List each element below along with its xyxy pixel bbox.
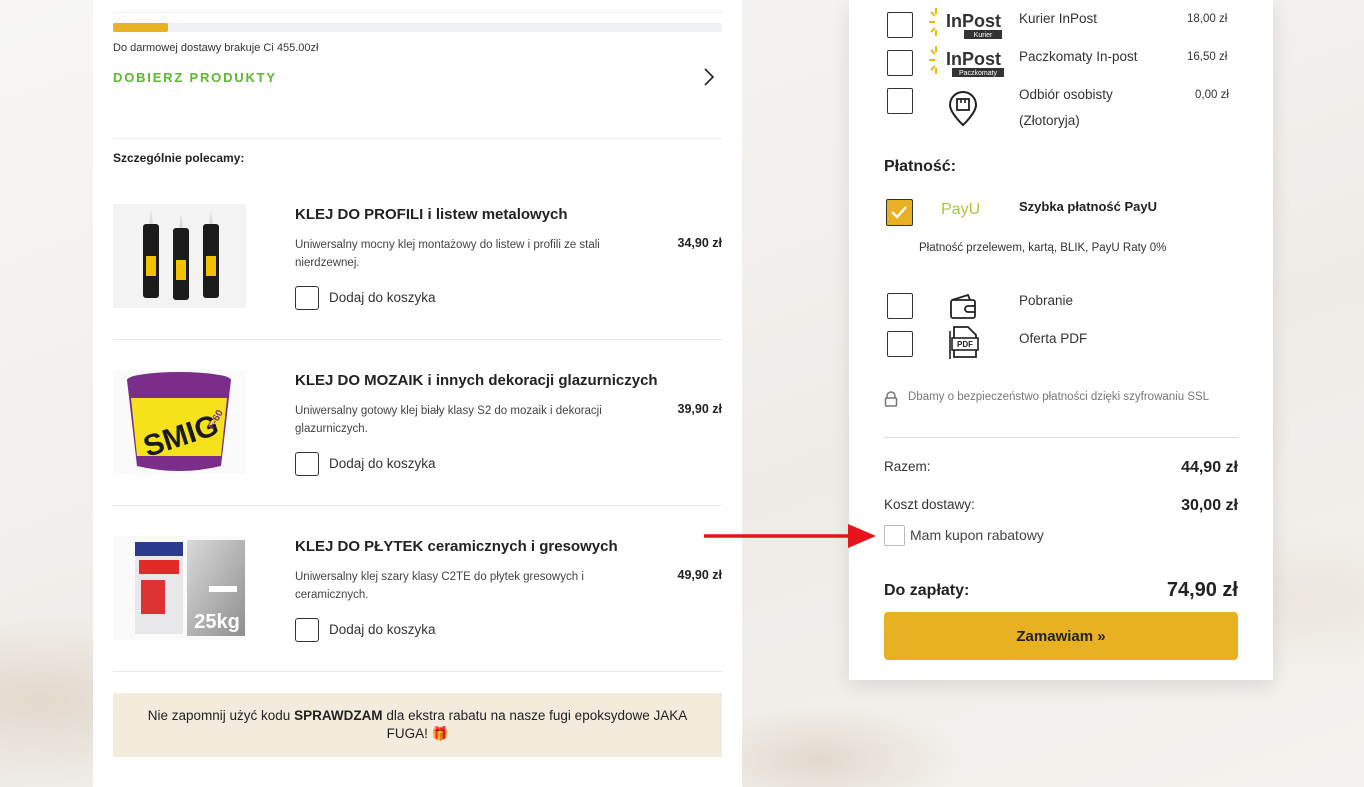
total-value: 74,90 zł bbox=[1166, 579, 1238, 601]
subtotal-value: 44,90 zł bbox=[1181, 459, 1238, 476]
delivery-price-personal-pickup: 0,00 zł bbox=[1195, 89, 1229, 101]
place-order-button[interactable]: Zamawiam » bbox=[884, 612, 1238, 660]
arrow-right-icon bbox=[704, 524, 876, 548]
product-image-sealant-tubes bbox=[113, 204, 246, 308]
delivery-checkbox-inpost-courier[interactable] bbox=[887, 12, 913, 38]
product-description: Uniwersalny gotowy klej biały klasy S2 d… bbox=[295, 405, 602, 435]
divider bbox=[884, 437, 1238, 438]
pickup-pin-icon bbox=[948, 91, 978, 127]
delivery-label-inpost-courier[interactable]: Kurier InPost bbox=[1019, 6, 1097, 32]
promo-code: SPRAWDZAM bbox=[294, 708, 383, 723]
shipping-cost-label: Koszt dostawy: bbox=[884, 497, 975, 512]
divider bbox=[113, 12, 722, 13]
gift-icon: 🎁 bbox=[431, 726, 449, 741]
product-name[interactable]: KLEJ DO MOZAIK i innych dekoracji glazur… bbox=[295, 372, 658, 389]
payment-label-payu[interactable]: Szybka płatność PayU bbox=[1019, 199, 1157, 214]
wallet-icon bbox=[950, 293, 976, 319]
ssl-security-note: Dbamy o bezpieczeństwo płatności dzięki … bbox=[908, 391, 1210, 403]
payment-checkbox-pdf[interactable] bbox=[887, 331, 913, 357]
product-description: Uniwersalny mocny klej montażowy do list… bbox=[295, 239, 600, 269]
product-item: SMIG F-60 KLEJ DO MOZAIK i innych dekora… bbox=[113, 340, 722, 506]
inpost-courier-logo-sub: Kurier bbox=[974, 32, 993, 39]
free-shipping-progress-bar bbox=[113, 23, 722, 32]
promo-text-after: dla ekstra rabatu na nasze fugi epoksydo… bbox=[382, 708, 688, 741]
inpost-lockers-logo-icon: InPost Paczkomaty bbox=[929, 46, 1004, 77]
product-price: 39,90 zł bbox=[677, 402, 722, 416]
product-price: 34,90 zł bbox=[677, 236, 722, 250]
delivery-checkbox-personal-pickup[interactable] bbox=[887, 88, 913, 114]
add-to-cart-checkbox[interactable] bbox=[295, 452, 319, 476]
payment-checkbox-payu[interactable] bbox=[886, 199, 913, 226]
shipping-cost-value: 30,00 zł bbox=[1181, 497, 1238, 514]
lock-icon bbox=[884, 391, 898, 407]
payment-label-pdf[interactable]: Oferta PDF bbox=[1019, 326, 1087, 352]
product-image-bucket: SMIG F-60 bbox=[113, 370, 246, 474]
add-to-cart-checkbox[interactable] bbox=[295, 618, 319, 642]
product-description: Uniwersalny klej szary klasy C2TE do pły… bbox=[295, 571, 584, 601]
checkmark-icon bbox=[891, 206, 907, 219]
divider bbox=[113, 138, 722, 139]
add-to-cart-checkbox[interactable] bbox=[295, 286, 319, 310]
coupon-label[interactable]: Mam kupon rabatowy bbox=[910, 527, 1044, 543]
payment-checkbox-cod[interactable] bbox=[887, 293, 913, 319]
delivery-checkbox-inpost-lockers[interactable] bbox=[887, 50, 913, 76]
payu-logo-icon: PayU bbox=[941, 201, 981, 218]
payment-section-title: Płatność: bbox=[884, 158, 957, 175]
product-image-bag: 25kg bbox=[113, 536, 246, 640]
coupon-checkbox[interactable] bbox=[884, 525, 905, 546]
add-to-cart-label[interactable]: Dodaj do koszyka bbox=[329, 622, 436, 637]
free-shipping-progress-fill bbox=[113, 23, 168, 32]
bag-weight-text: 25kg bbox=[194, 611, 240, 633]
pdf-icon: PDF bbox=[949, 326, 979, 359]
add-to-cart-label[interactable]: Dodaj do koszyka bbox=[329, 290, 436, 305]
promo-text-before: Nie zapomnij użyć kodu bbox=[147, 708, 295, 723]
inpost-courier-logo-text: InPost bbox=[946, 11, 1001, 31]
checkout-right-panel: InPost Kurier Kurier InPost 18,00 zł InP… bbox=[849, 0, 1273, 680]
subtotal-label: Razem: bbox=[884, 459, 931, 474]
payu-description: Płatność przelewem, kartą, BLIK, PayU Ra… bbox=[919, 242, 1167, 254]
recommendations-title: Szczególnie polecamy: bbox=[113, 151, 245, 165]
product-name[interactable]: KLEJ DO PŁYTEK ceramicznych i gresowych bbox=[295, 538, 618, 555]
chevron-right-icon[interactable] bbox=[698, 66, 720, 88]
payment-label-cod[interactable]: Pobranie bbox=[1019, 288, 1073, 314]
inpost-lockers-logo-text: InPost bbox=[946, 49, 1001, 69]
product-name[interactable]: KLEJ DO PROFILI i listew metalowych bbox=[295, 206, 568, 223]
product-item: KLEJ DO PROFILI i listew metalowych Uniw… bbox=[113, 174, 722, 340]
product-item: 25kg KLEJ DO PŁYTEK ceramicznych i greso… bbox=[113, 506, 722, 672]
total-label: Do zapłaty: bbox=[884, 582, 970, 599]
choose-products-link[interactable]: DOBIERZ PRODUKTY bbox=[113, 70, 277, 85]
free-shipping-message: Do darmowej dostawy brakuje Ci 455.00zł bbox=[113, 42, 319, 54]
product-price: 49,90 zł bbox=[677, 568, 722, 582]
delivery-label-personal-pickup[interactable]: Odbiór osobisty (Złotoryja) bbox=[1019, 82, 1169, 134]
cart-left-panel: Do darmowej dostawy brakuje Ci 455.00zł … bbox=[93, 0, 742, 787]
inpost-lockers-logo-sub: Paczkomaty bbox=[959, 70, 998, 77]
inpost-courier-logo-icon: InPost Kurier bbox=[929, 8, 1002, 39]
delivery-price-inpost-courier: 18,00 zł bbox=[1187, 13, 1228, 25]
pdf-icon-text: PDF bbox=[957, 340, 973, 349]
add-to-cart-label[interactable]: Dodaj do koszyka bbox=[329, 456, 436, 471]
promo-banner: Nie zapomnij użyć kodu SPRAWDZAM dla eks… bbox=[113, 693, 722, 757]
delivery-price-inpost-lockers: 16,50 zł bbox=[1187, 51, 1228, 63]
delivery-label-inpost-lockers[interactable]: Paczkomaty In-post bbox=[1019, 44, 1138, 70]
